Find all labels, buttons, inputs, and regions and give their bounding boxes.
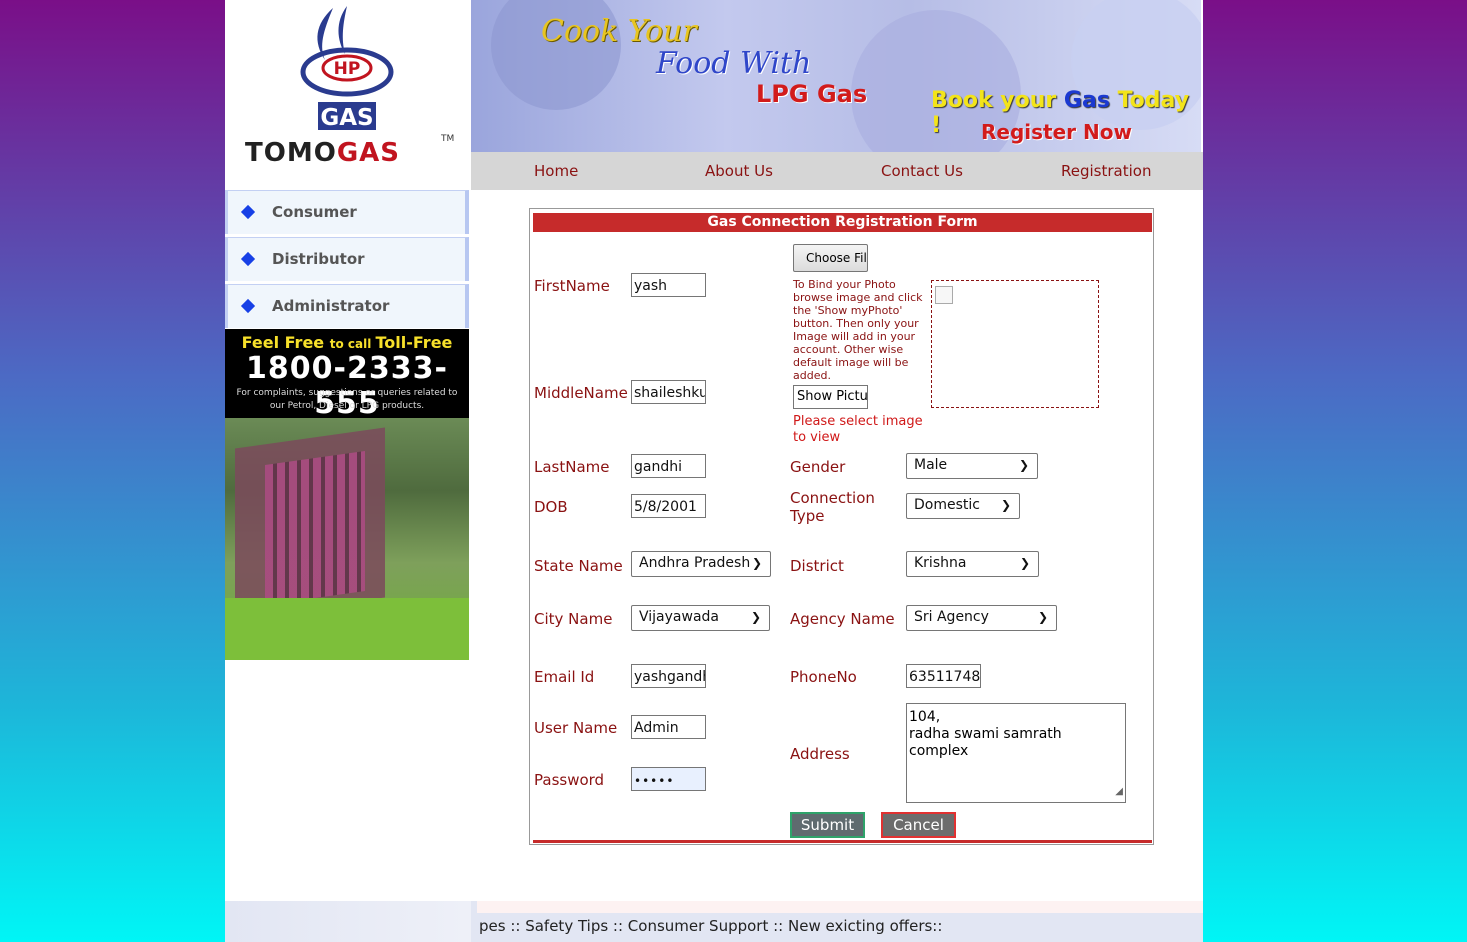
photo-preview bbox=[931, 280, 1099, 408]
firstname-input[interactable]: yash bbox=[631, 273, 706, 297]
chevron-down-icon: ❯ bbox=[1037, 610, 1048, 624]
top-nav: Home About Us Contact Us Registration bbox=[471, 152, 1203, 190]
choose-file-button[interactable]: Choose File bbox=[793, 244, 868, 272]
chevron-down-icon: ❯ bbox=[750, 610, 761, 624]
footer: pes :: Safety Tips :: Consumer Support :… bbox=[225, 901, 1203, 942]
diamond-bullet-icon bbox=[240, 298, 256, 314]
broken-image-icon bbox=[935, 286, 953, 304]
trademark: TM bbox=[441, 134, 455, 144]
city-label: City Name bbox=[534, 610, 613, 628]
submit-button[interactable]: Submit bbox=[790, 812, 865, 838]
chevron-down-icon: ❯ bbox=[1018, 458, 1029, 472]
toll-free-heading: Feel Free to call Toll-Free bbox=[241, 333, 453, 352]
banner-register-now: Register Now bbox=[981, 120, 1132, 144]
middlename-label: MiddleName bbox=[534, 384, 628, 402]
middlename-input[interactable]: shaileshku bbox=[631, 380, 706, 404]
district-select[interactable]: Krishna ❯ bbox=[906, 551, 1039, 577]
sidebar-item-administrator[interactable]: Administrator bbox=[225, 284, 469, 328]
banner-line-2: Food With bbox=[656, 46, 812, 81]
diamond-bullet-icon bbox=[240, 251, 256, 267]
username-label: User Name bbox=[534, 719, 618, 737]
grass-shape bbox=[225, 598, 469, 660]
sidebar-item-consumer[interactable]: Consumer bbox=[225, 190, 469, 234]
sidebar-item-label: Administrator bbox=[272, 297, 390, 315]
nav-home[interactable]: Home bbox=[534, 162, 578, 180]
resize-handle-icon[interactable]: ◢ bbox=[1115, 783, 1123, 800]
password-label: Password bbox=[534, 771, 605, 789]
logo-gas-text: GAS bbox=[320, 105, 373, 131]
sidebar: Consumer Distributor Administrator bbox=[225, 190, 469, 331]
state-select[interactable]: Andhra Pradesh ❯ bbox=[631, 551, 771, 577]
nav-about-us[interactable]: About Us bbox=[705, 162, 773, 180]
show-picture-button[interactable]: Show Picture bbox=[793, 385, 868, 409]
form-title: Gas Connection Registration Form bbox=[533, 213, 1152, 232]
logo-hp-text: HP bbox=[334, 59, 361, 79]
email-label: Email Id bbox=[534, 668, 595, 686]
delivery-truck-photo bbox=[225, 418, 469, 660]
footer-marquee: pes :: Safety Tips :: Consumer Support :… bbox=[479, 917, 943, 935]
hero-banner: Cook Your Food With LPG Gas Book your Ga… bbox=[471, 0, 1201, 152]
phone-label: PhoneNo bbox=[790, 668, 857, 686]
dob-input[interactable]: 5/8/2001 bbox=[631, 494, 706, 518]
firstname-label: FirstName bbox=[534, 277, 610, 295]
connection-type-label: Connection Type bbox=[790, 489, 875, 525]
state-label: State Name bbox=[534, 557, 623, 575]
dob-label: DOB bbox=[534, 498, 568, 516]
nav-registration[interactable]: Registration bbox=[1061, 162, 1151, 180]
sidebar-item-distributor[interactable]: Distributor bbox=[225, 237, 469, 281]
toll-free-banner: Feel Free to call Toll-Free 1800-2333-55… bbox=[225, 329, 469, 421]
select-image-message: Please select image to view bbox=[793, 414, 923, 445]
page-container: HP GAS TOMOGAS TM Cook Your Food With LP… bbox=[225, 0, 1203, 942]
lastname-input[interactable]: gandhi bbox=[631, 454, 706, 478]
toll-free-note: For complaints, suggestions or queries r… bbox=[236, 388, 458, 411]
password-input[interactable]: ••••• bbox=[631, 767, 706, 791]
cancel-button[interactable]: Cancel bbox=[881, 812, 956, 838]
footer-left-panel bbox=[225, 901, 471, 942]
email-input[interactable]: yashgandh bbox=[631, 664, 706, 688]
chevron-down-icon: ❯ bbox=[1000, 498, 1011, 512]
banner-line-3: LPG Gas bbox=[756, 80, 868, 108]
cylinder-rack-shape bbox=[265, 450, 365, 606]
photo-help-text: To Bind your Photo browse image and clic… bbox=[793, 278, 923, 382]
hp-gas-logo-icon: HP GAS bbox=[300, 6, 394, 131]
brand-name: TOMOGAS bbox=[245, 138, 401, 168]
logo: HP GAS TOMOGAS TM bbox=[225, 0, 471, 190]
gender-select[interactable]: Male ❯ bbox=[906, 453, 1038, 479]
agency-label: Agency Name bbox=[790, 610, 895, 628]
district-label: District bbox=[790, 557, 844, 575]
address-textarea[interactable]: 104, radha swami samrath complex ◢ bbox=[906, 703, 1126, 803]
sidebar-item-label: Consumer bbox=[272, 203, 357, 221]
address-label: Address bbox=[790, 745, 850, 763]
diamond-bullet-icon bbox=[240, 204, 256, 220]
lastname-label: LastName bbox=[534, 458, 610, 476]
gender-label: Gender bbox=[790, 458, 846, 476]
username-input[interactable]: Admin bbox=[631, 715, 706, 739]
phone-input[interactable]: 63511748 bbox=[906, 664, 981, 688]
nav-contact-us[interactable]: Contact Us bbox=[881, 162, 963, 180]
connection-type-select[interactable]: Domestic ❯ bbox=[906, 493, 1020, 519]
city-select[interactable]: Vijayawada ❯ bbox=[631, 605, 770, 631]
footer-strip bbox=[477, 901, 1203, 913]
agency-select[interactable]: Sri Agency ❯ bbox=[906, 605, 1057, 631]
form-bottom-bar bbox=[533, 840, 1152, 843]
banner-line-1: Cook Your bbox=[541, 14, 697, 49]
sidebar-item-label: Distributor bbox=[272, 250, 365, 268]
chevron-down-icon: ❯ bbox=[751, 556, 762, 570]
chevron-down-icon: ❯ bbox=[1019, 556, 1030, 570]
